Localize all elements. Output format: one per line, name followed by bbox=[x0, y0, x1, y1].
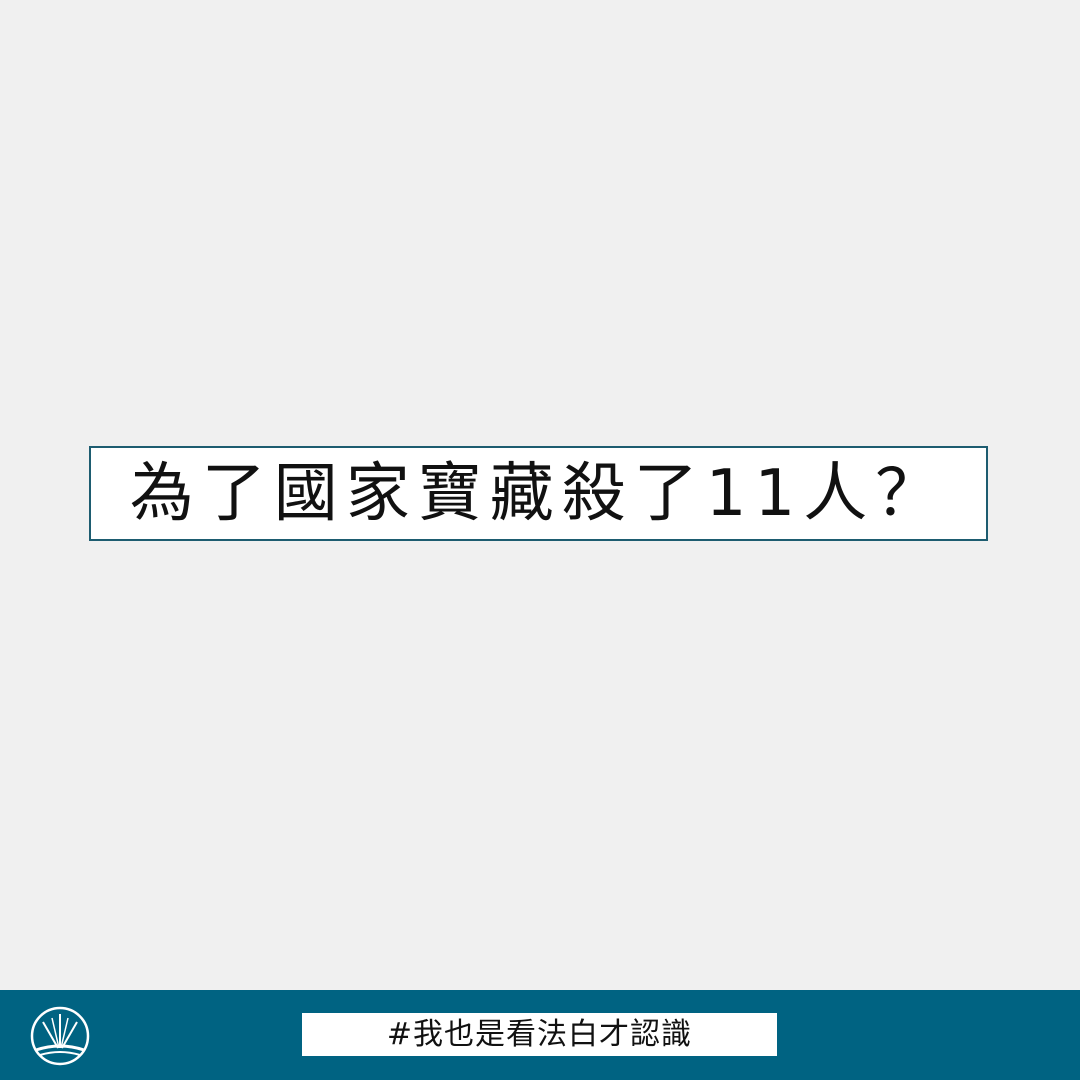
title-box: 為了國家寶藏殺了11人？ bbox=[89, 446, 988, 541]
hashtag-text: #我也是看法白才認識 bbox=[386, 1016, 693, 1052]
hashtag-box: #我也是看法白才認識 bbox=[302, 1013, 777, 1056]
scales-logo-icon bbox=[30, 1006, 90, 1066]
post-title: 為了國家寶藏殺了11人？ bbox=[129, 456, 948, 531]
